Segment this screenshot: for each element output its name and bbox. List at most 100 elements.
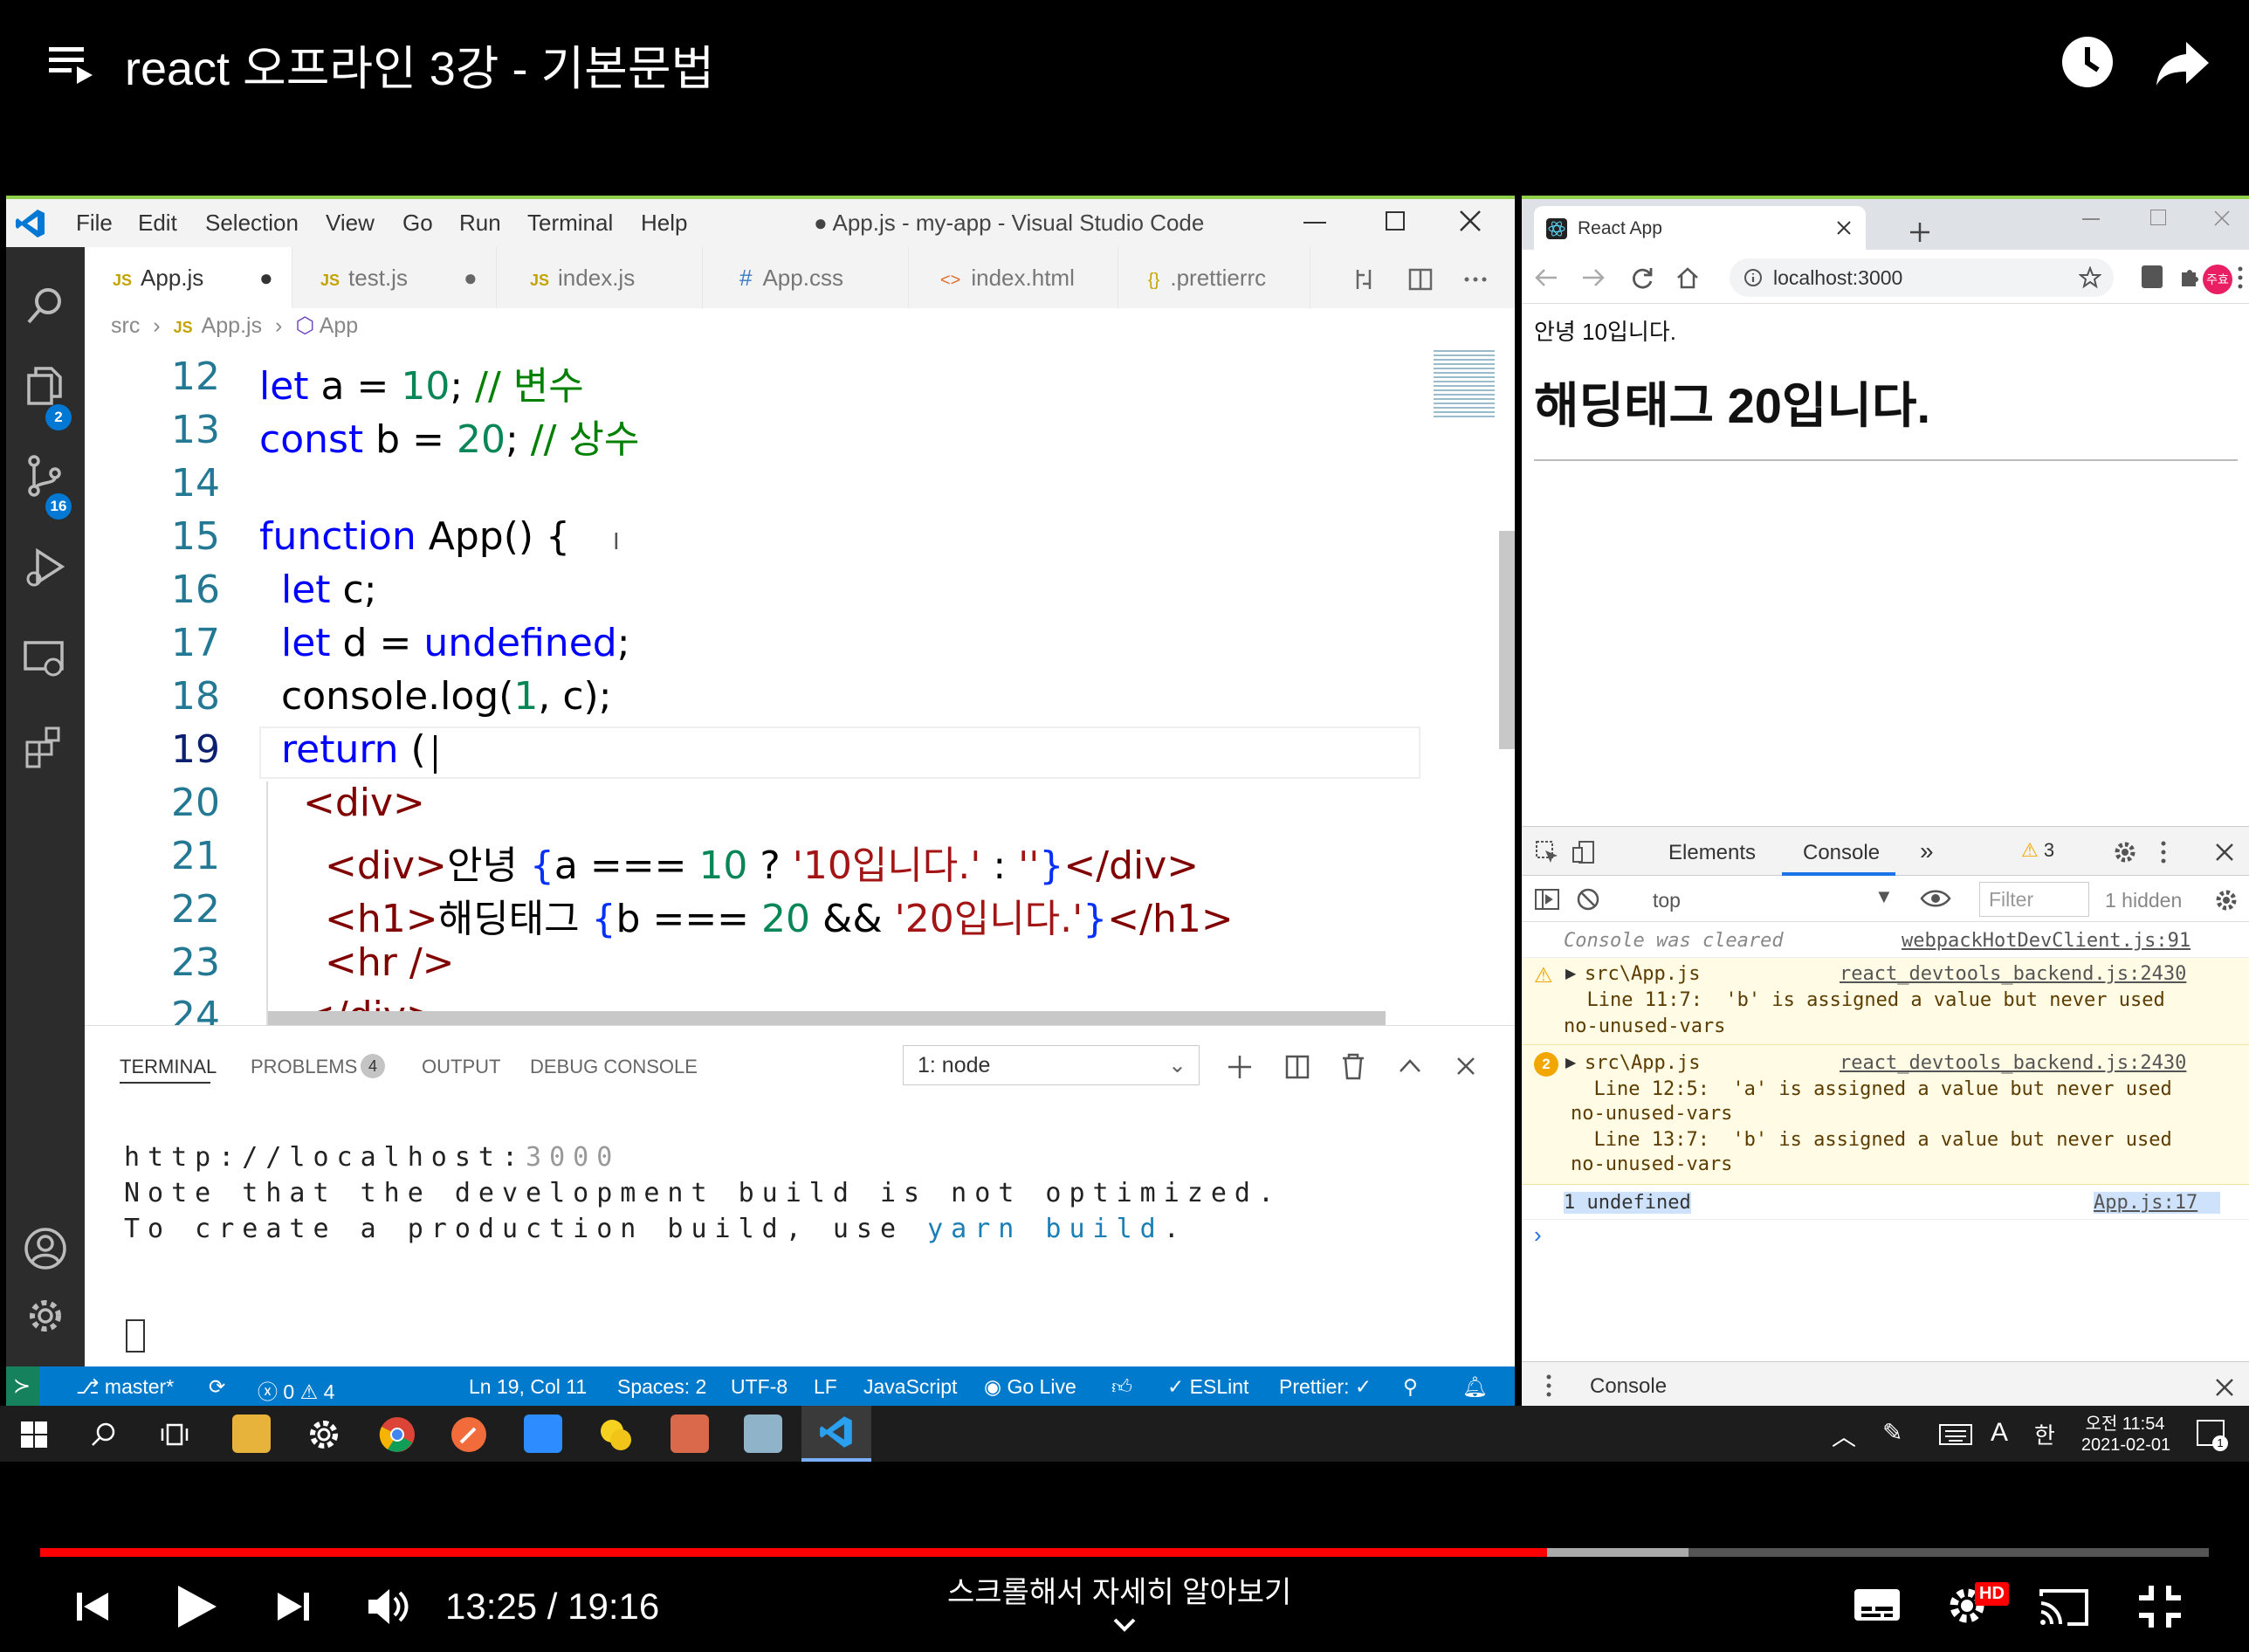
split-terminal-icon[interactable] [1284,1054,1310,1080]
vscode-taskbar-button[interactable] [801,1406,871,1462]
source-link[interactable]: react_devtools_backend.js:2430 [1840,1052,2186,1074]
more-actions-icon[interactable] [1462,266,1489,293]
cast-icon[interactable] [2038,1587,2090,1628]
breadcrumb-symbol[interactable]: App [320,313,358,338]
menu-edit[interactable]: Edit [138,210,177,237]
menu-help[interactable]: Help [641,210,687,237]
tab-app-js[interactable]: JS App.js ● [85,247,292,308]
close-devtools-icon[interactable] [2215,843,2234,862]
caret-down-icon[interactable]: ▼ [1874,885,1894,908]
menu-terminal[interactable]: Terminal [527,210,613,237]
eslint-status[interactable]: ✓ ESLint [1167,1375,1248,1399]
explorer-icon[interactable] [22,363,69,410]
browser-tab[interactable]: React App [1534,206,1866,250]
close-window-icon[interactable] [1459,210,1482,232]
subtitles-icon[interactable] [1853,1586,1902,1624]
vertical-scrollbar[interactable] [1499,531,1515,749]
chevron-down-icon[interactable] [1112,1617,1137,1633]
problems-status[interactable]: ⓧ 0 ⚠ 4 [258,1375,334,1405]
chrome-menu-icon[interactable] [2236,265,2245,290]
bookmark-star-icon[interactable] [2079,266,2101,289]
tab-test-js[interactable]: JS test.js ● [292,247,497,308]
profile-avatar[interactable]: 주효 [2203,265,2232,294]
console-settings-gear-icon[interactable] [2213,887,2239,913]
breadcrumb-file[interactable]: App.js [202,313,262,338]
drawer-menu-icon[interactable] [1544,1373,1553,1399]
maximize-button[interactable] [2150,210,2166,225]
close-drawer-icon[interactable] [2215,1378,2234,1397]
sidebar-toggle-icon[interactable] [1534,887,1560,912]
expand-triangle-icon[interactable]: ▶ [1565,1054,1576,1071]
new-tab-plus-icon[interactable] [1909,222,1930,243]
git-branch[interactable]: ⎇ master* [76,1375,174,1399]
close-panel-icon[interactable] [1455,1056,1476,1077]
keyboard-icon[interactable] [1938,1423,1973,1446]
warning-count[interactable]: ⚠ 3 [2021,839,2054,862]
cursor-position[interactable]: Ln 19, Col 11 [469,1375,587,1399]
prettier-status[interactable]: Prettier: ✓ [1279,1375,1372,1399]
tab-elements[interactable]: Elements [1668,841,1756,865]
reload-icon[interactable] [1630,265,1654,290]
devtools-settings-gear-icon[interactable] [2112,839,2138,865]
new-terminal-plus-icon[interactable] [1227,1054,1253,1080]
volume-icon[interactable] [365,1586,410,1628]
sync-icon[interactable]: ⟳ [209,1375,225,1399]
line-ending[interactable]: LF [814,1375,837,1399]
drawer-tab-console[interactable]: Console [1590,1374,1667,1399]
unsaved-dot-icon[interactable]: ● [259,247,273,308]
console-prompt-chevron-icon[interactable]: › [1534,1222,1542,1249]
panel-tab-debug-console[interactable]: DEBUG CONSOLE [530,1056,698,1078]
menu-go[interactable]: Go [402,210,433,237]
maximize-panel-chevron-up-icon[interactable] [1398,1056,1422,1077]
scroll-hint[interactable]: 스크롤해서 자세히 알아보기 [947,1568,1291,1611]
source-control-icon[interactable] [22,452,69,499]
close-tab-icon[interactable] [1836,220,1852,236]
minimize-button[interactable] [1303,222,1326,224]
context-select[interactable]: top [1653,889,1681,912]
previous-icon[interactable] [73,1587,112,1626]
panel-tab-output[interactable]: OUTPUT [422,1056,500,1078]
minimap[interactable] [1434,348,1495,417]
run-debug-icon[interactable] [22,544,69,591]
taskbar-search-icon[interactable] [91,1421,117,1448]
source-link[interactable]: App.js:17 [2094,1192,2221,1214]
menu-selection[interactable]: Selection [205,210,299,237]
tweet-feedback-icon[interactable]: 👍︎ [1111,1375,1132,1400]
code-editor[interactable]: 12 13 14 15 16 17 18 19 20 21 22 23 24 l… [85,348,1515,1025]
zoom-icon[interactable] [524,1415,562,1453]
tab-prettierrc[interactable]: {} .prettierrc [1118,247,1310,308]
tab-index-html[interactable]: <> index.html [909,247,1118,308]
split-editor-icon[interactable] [1407,266,1434,293]
devtools-menu-icon[interactable] [2159,839,2168,865]
extensions-puzzle-icon[interactable] [2178,265,2201,288]
notepad-icon[interactable] [744,1415,782,1453]
address-bar[interactable]: localhost:3000 [1730,258,2114,297]
watch-later-icon[interactable] [2060,35,2115,89]
forward-arrow-icon[interactable] [1581,265,1606,290]
indentation[interactable]: Spaces: 2 [617,1375,706,1399]
accounts-icon[interactable] [22,1225,69,1272]
home-icon[interactable] [1675,265,1700,290]
settings-gear-icon[interactable] [306,1416,342,1453]
media-player-icon[interactable] [671,1415,709,1453]
inspect-element-icon[interactable] [1534,839,1560,865]
source-link[interactable]: react_devtools_backend.js:2430 [1840,963,2186,985]
close-window-icon[interactable] [2213,210,2231,227]
manage-gear-icon[interactable] [22,1292,69,1339]
progress-bar[interactable] [40,1548,2209,1557]
share-icon[interactable] [2155,38,2211,87]
notifications-bell-icon[interactable]: 🔔︎ [1462,1375,1488,1399]
clear-console-icon[interactable] [1576,887,1600,912]
show-hidden-icons-chevron-icon[interactable]: ︿ [1832,1418,1856,1453]
ime-korean[interactable]: 한 [2034,1418,2055,1450]
hidden-count[interactable]: 1 hidden [2105,889,2182,912]
playlist-icon[interactable] [45,42,100,86]
extensions-icon[interactable] [22,723,69,770]
play-icon[interactable] [173,1582,220,1631]
tab-console[interactable]: Console [1803,841,1880,865]
live-expression-eye-icon[interactable] [1920,887,1951,910]
panel-tab-problems[interactable]: PROBLEMS [251,1056,357,1078]
clock-date[interactable]: 2021-02-01 [2078,1435,2174,1456]
live-share-icon[interactable]: ⚲ [1403,1375,1418,1399]
remote-explorer-icon[interactable] [22,636,69,683]
